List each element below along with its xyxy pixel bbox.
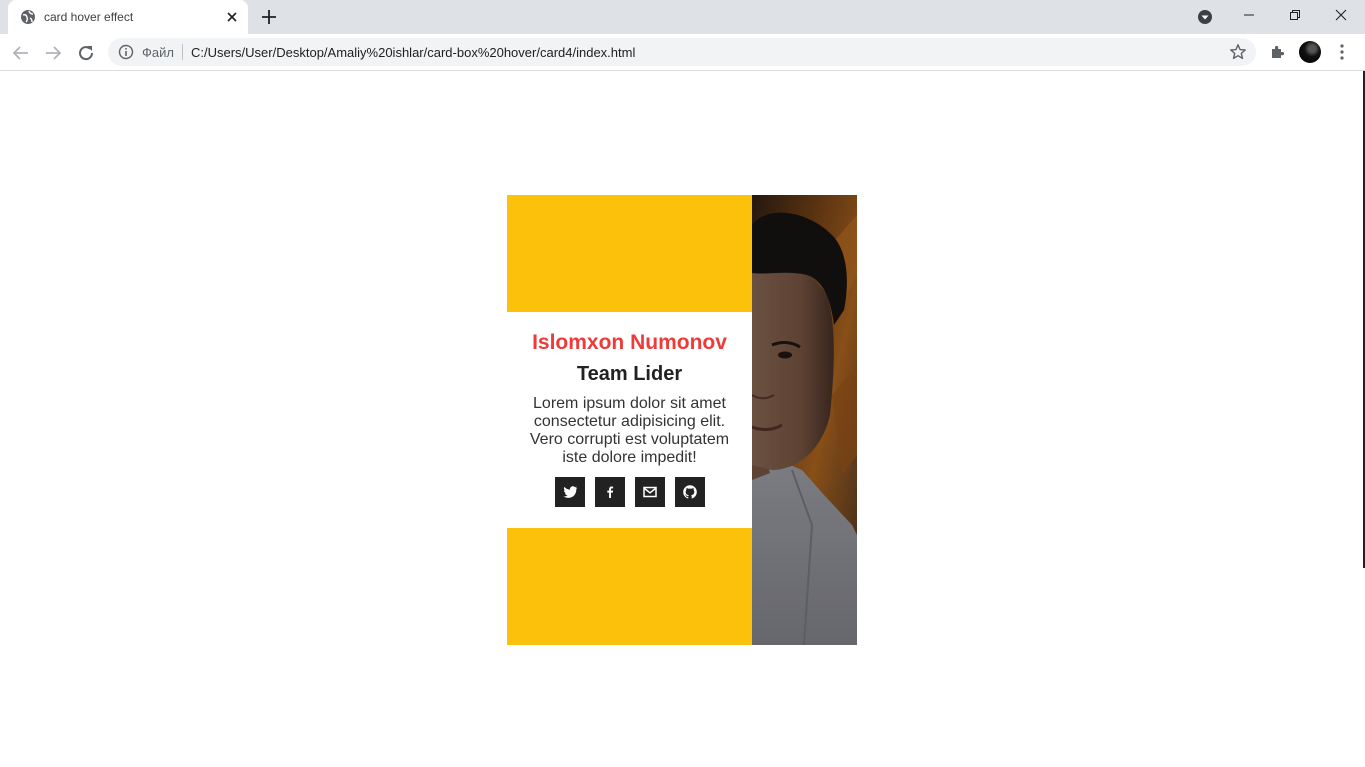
facebook-icon xyxy=(607,486,614,498)
reload-icon[interactable] xyxy=(74,41,98,65)
card-name: Islomxon Numonov xyxy=(532,331,727,354)
restore-icon xyxy=(1290,10,1300,20)
mail-icon xyxy=(643,486,657,498)
address-bar[interactable]: Файл C:/Users/User/Desktop/Amaliy%20ishl… xyxy=(108,38,1256,66)
minimize-button[interactable] xyxy=(1226,0,1272,30)
file-scheme-label: Файл xyxy=(142,45,174,60)
forward-arrow-icon[interactable] xyxy=(41,41,65,65)
url-text[interactable]: C:/Users/User/Desktop/Amaliy%20ishlar/ca… xyxy=(191,45,635,60)
twitter-icon xyxy=(563,486,577,498)
tab-strip: card hover effect xyxy=(0,0,1365,34)
globe-icon xyxy=(21,10,35,24)
twitter-button[interactable] xyxy=(555,477,585,507)
minimize-icon xyxy=(1244,14,1254,16)
new-tab-plus-icon[interactable] xyxy=(260,8,278,26)
facebook-button[interactable] xyxy=(595,477,625,507)
profile-avatar[interactable] xyxy=(1299,41,1321,63)
tab-search-icon[interactable] xyxy=(1197,9,1213,25)
window-close-icon xyxy=(1335,9,1347,21)
card-description: Lorem ipsum dolor sit amet consectetur a… xyxy=(529,395,730,466)
extensions-puzzle-icon[interactable] xyxy=(1269,43,1287,61)
address-separator xyxy=(182,44,183,60)
card-role: Team Lider xyxy=(576,363,683,385)
card-top-panel xyxy=(507,195,752,312)
browser-toolbar: Файл C:/Users/User/Desktop/Amaliy%20ishl… xyxy=(0,34,1365,71)
mail-button[interactable] xyxy=(635,477,665,507)
github-button[interactable] xyxy=(675,477,705,507)
card-info-panel: Islomxon Numonov Team Lider Lorem ipsum … xyxy=(507,312,752,528)
profile-photo xyxy=(752,195,857,645)
window-close-button[interactable] xyxy=(1318,0,1364,30)
kebab-menu-icon[interactable] xyxy=(1334,43,1350,61)
portrait-image xyxy=(752,195,857,645)
restore-button[interactable] xyxy=(1272,0,1318,30)
tab-title: card hover effect xyxy=(44,10,134,24)
github-icon xyxy=(683,485,697,499)
tab-active[interactable]: card hover effect xyxy=(8,0,248,34)
close-icon[interactable] xyxy=(224,9,240,25)
social-links xyxy=(555,477,705,507)
card-bottom-panel xyxy=(507,528,752,645)
info-icon[interactable] xyxy=(118,44,134,60)
bookmark-star-icon[interactable] xyxy=(1229,43,1247,61)
back-arrow-icon[interactable] xyxy=(9,41,33,65)
page-viewport: Islomxon Numonov Team Lider Lorem ipsum … xyxy=(0,71,1365,767)
profile-card[interactable]: Islomxon Numonov Team Lider Lorem ipsum … xyxy=(507,195,857,645)
